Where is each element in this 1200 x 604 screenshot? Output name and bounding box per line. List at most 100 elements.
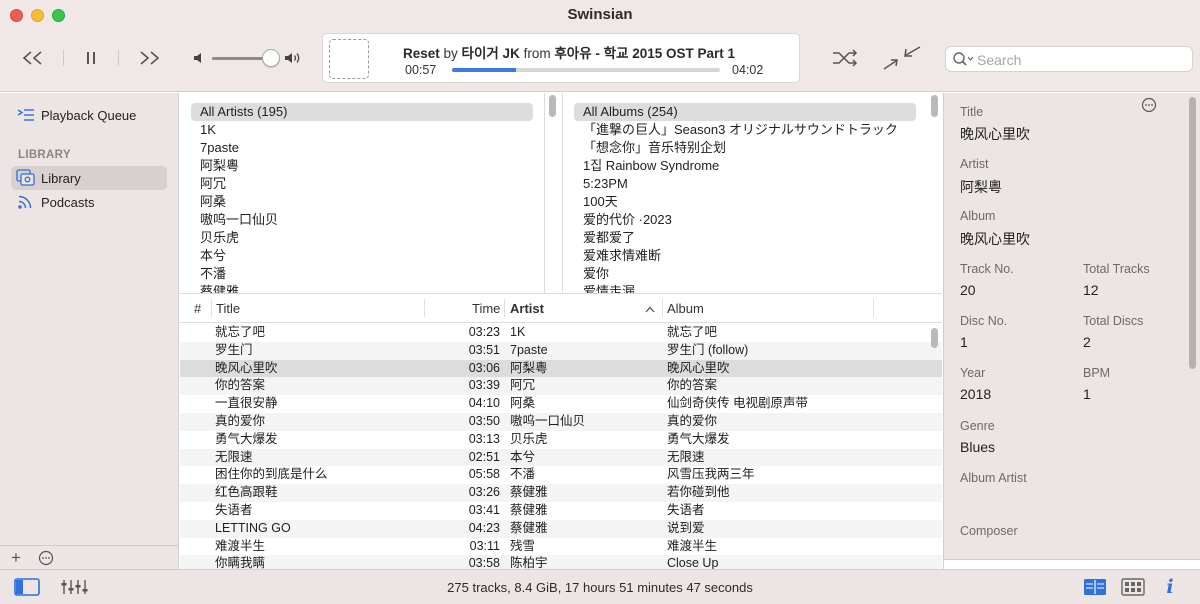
table-row[interactable]: 就忘了吧 03:23 1K 就忘了吧 bbox=[180, 324, 942, 342]
album-item[interactable]: 5:23PM bbox=[574, 175, 628, 193]
album-item[interactable]: 爱难求情难断 bbox=[574, 247, 661, 265]
sidebar-item-label: Podcasts bbox=[41, 194, 95, 210]
album-item[interactable]: 爱你 bbox=[574, 265, 609, 283]
field-label: Genre bbox=[960, 419, 995, 433]
field-label: Total Tracks bbox=[1083, 262, 1150, 276]
table-row[interactable]: 真的爱你 03:50 嗷呜一口仙贝 真的爱你 bbox=[180, 413, 942, 431]
inspector-scrollbar[interactable] bbox=[1189, 97, 1196, 369]
track-title: 红色高跟鞋 bbox=[215, 485, 278, 500]
album-item[interactable]: 1집 Rainbow Syndrome bbox=[574, 157, 719, 175]
all-albums-item[interactable]: All Albums (254) bbox=[574, 103, 916, 121]
album-item[interactable]: 爱都爱了 bbox=[574, 229, 635, 247]
sidebar-item-podcasts[interactable]: Podcasts bbox=[11, 190, 167, 214]
table-row[interactable]: 难渡半生 03:11 残雪 难渡半生 bbox=[180, 538, 942, 556]
total-discs-field[interactable]: 2 bbox=[1083, 334, 1091, 350]
artists-scrollbar[interactable] bbox=[549, 95, 556, 117]
artist-item[interactable]: 本兮 bbox=[191, 247, 226, 265]
table-row[interactable]: 勇气大爆发 03:13 贝乐虎 勇气大爆发 bbox=[180, 431, 942, 449]
previous-track-button[interactable] bbox=[18, 46, 48, 70]
year-field[interactable]: 2018 bbox=[960, 386, 991, 402]
title-field[interactable]: 晚风心里吹 bbox=[960, 124, 1030, 144]
track-time: 03:13 bbox=[468, 431, 500, 446]
album-item[interactable]: 「進撃の巨人」Season3 オリジナルサウンドトラック bbox=[574, 121, 898, 139]
sidebar-item-playback-queue[interactable]: Playback Queue bbox=[11, 103, 167, 127]
album-item[interactable]: 100天 bbox=[574, 193, 618, 211]
table-row[interactable]: 困住你的到底是什么 05:58 不潘 风雪压我两三年 bbox=[180, 466, 942, 484]
artist-field[interactable]: 阿梨粵 bbox=[960, 177, 1002, 197]
search-field[interactable]: Search bbox=[945, 46, 1193, 72]
column-divider[interactable] bbox=[662, 299, 663, 317]
track-table-scrollbar[interactable] bbox=[931, 328, 938, 348]
volume-slider-knob[interactable] bbox=[262, 49, 280, 67]
grid-view-button[interactable] bbox=[1118, 576, 1148, 598]
table-row[interactable]: 罗生门 03:51 7paste 罗生门 (follow) bbox=[180, 341, 942, 360]
next-track-button[interactable] bbox=[134, 46, 164, 70]
albums-scrollbar[interactable] bbox=[931, 95, 938, 117]
table-row-selected[interactable]: 晚风心里吹 03:06 阿梨粵 晚风心里吹 bbox=[180, 359, 942, 378]
column-divider[interactable] bbox=[504, 299, 505, 317]
album-field[interactable]: 晚风心里吹 bbox=[960, 229, 1030, 249]
column-header-title[interactable]: Title bbox=[216, 301, 240, 316]
shuffle-button[interactable] bbox=[830, 46, 860, 70]
track-artist: 本兮 bbox=[510, 449, 536, 464]
artist-item[interactable]: 阿桑 bbox=[191, 193, 226, 211]
column-divider[interactable] bbox=[873, 299, 874, 317]
table-row[interactable]: 一直很安静 04:10 阿桑 仙剑奇侠传 电视剧原声带 bbox=[180, 395, 942, 413]
table-row[interactable]: 红色高跟鞋 03:26 蔡健雅 若你碰到他 bbox=[180, 484, 942, 502]
sort-ascending-icon bbox=[645, 306, 655, 313]
pause-icon bbox=[87, 52, 95, 64]
miniplayer-button[interactable] bbox=[882, 46, 922, 70]
playback-progress-bar[interactable] bbox=[452, 68, 720, 72]
sidebar: Playback Queue LIBRARY Library Podcasts … bbox=[0, 93, 179, 569]
column-header-album[interactable]: Album bbox=[667, 301, 704, 316]
total-tracks-field[interactable]: 12 bbox=[1083, 282, 1099, 298]
add-playlist-button[interactable]: + bbox=[11, 548, 21, 568]
column-header-time[interactable]: Time bbox=[472, 301, 500, 316]
artist-item[interactable]: 1K bbox=[191, 121, 216, 139]
artist-item[interactable]: 不潘 bbox=[191, 265, 226, 283]
pause-button[interactable] bbox=[80, 46, 102, 70]
more-options-icon[interactable] bbox=[38, 550, 54, 566]
genre-field[interactable]: Blues bbox=[960, 439, 995, 455]
track-title: LETTING GO bbox=[215, 520, 291, 535]
table-row[interactable]: 无限速 02:51 本兮 无限速 bbox=[180, 448, 942, 467]
column-header-artist[interactable]: Artist bbox=[510, 301, 544, 316]
artist-item[interactable]: 阿冗 bbox=[191, 175, 226, 193]
elapsed-time: 00:57 bbox=[405, 63, 437, 77]
column-header-number[interactable]: # bbox=[194, 301, 201, 316]
album-item[interactable]: 爱情走漏 bbox=[574, 283, 635, 293]
column-divider[interactable] bbox=[211, 299, 212, 317]
pane-divider[interactable] bbox=[546, 93, 562, 293]
table-row[interactable]: LETTING GO 04:23 蔡健雅 说到爱 bbox=[180, 519, 942, 538]
track-title: 晚风心里吹 bbox=[215, 360, 278, 375]
album-item[interactable]: 「想念你」音乐特别企划 bbox=[574, 139, 726, 157]
field-label: Total Discs bbox=[1083, 314, 1144, 328]
sidebar-item-label: Library bbox=[41, 170, 81, 186]
artist-item[interactable]: 7paste bbox=[191, 139, 239, 157]
track-album: 难渡半生 bbox=[667, 538, 718, 553]
track-title: 真的爱你 bbox=[215, 414, 266, 428]
artist-item[interactable]: 蔡健雅 bbox=[191, 283, 239, 293]
rewind-icon bbox=[22, 51, 42, 65]
artist-item[interactable]: 阿梨粵 bbox=[191, 157, 239, 175]
more-options-icon[interactable] bbox=[1141, 97, 1157, 113]
track-album: 真的爱你 bbox=[667, 414, 718, 428]
sidebar-item-library[interactable]: Library bbox=[11, 166, 167, 190]
artist-item[interactable]: 贝乐虎 bbox=[191, 229, 239, 247]
table-row[interactable]: 你瞒我瞒 03:58 陈柏宇 Close Up bbox=[180, 555, 942, 569]
table-row[interactable]: 失语者 03:41 蔡健雅 失语者 bbox=[180, 502, 942, 520]
track-number-field[interactable]: 20 bbox=[960, 282, 976, 298]
info-button[interactable]: i bbox=[1158, 576, 1182, 598]
track-album: 就忘了吧 bbox=[667, 325, 718, 339]
disc-number-field[interactable]: 1 bbox=[960, 334, 968, 350]
track-time: 02:51 bbox=[468, 449, 500, 464]
album-item[interactable]: 爱的代价 ·2023 bbox=[574, 211, 672, 229]
all-artists-item[interactable]: All Artists (195) bbox=[191, 103, 533, 121]
browser-view-button[interactable] bbox=[1080, 576, 1110, 598]
artist-item[interactable]: 嗷呜一口仙贝 bbox=[191, 211, 278, 229]
track-artist: 蔡健雅 bbox=[510, 503, 548, 517]
column-divider[interactable] bbox=[424, 299, 425, 317]
bpm-field[interactable]: 1 bbox=[1083, 386, 1091, 402]
toolbar-separator bbox=[118, 50, 119, 66]
table-row[interactable]: 你的答案 03:39 阿冗 你的答案 bbox=[180, 377, 942, 396]
